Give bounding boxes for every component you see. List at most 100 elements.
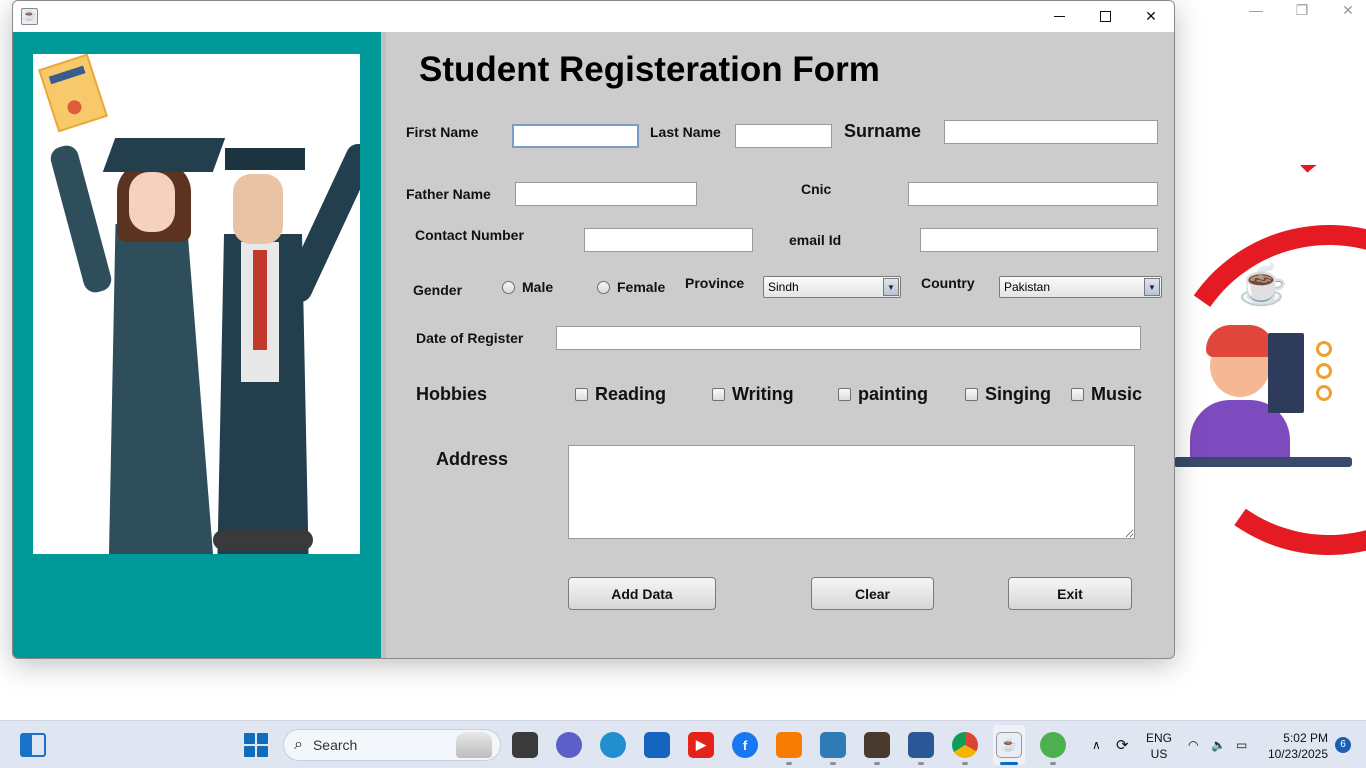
notification-badge[interactable]: 6 <box>1335 737 1351 753</box>
contact-number-field[interactable] <box>584 228 753 252</box>
chat-icon[interactable] <box>556 732 582 758</box>
exit-button[interactable]: Exit <box>1008 577 1132 610</box>
radio-button-icon <box>597 280 610 294</box>
show-hidden-icons-chevron-icon[interactable]: ∧ <box>1092 721 1101 768</box>
checkbox-icon <box>712 388 725 401</box>
father-name-label: Father Name <box>406 186 491 202</box>
province-label: Province <box>685 275 745 291</box>
globe-icon[interactable] <box>1040 732 1066 758</box>
first-name-label: First Name <box>406 124 479 140</box>
address-label: Address <box>436 449 509 469</box>
search-placeholder: Search <box>312 737 358 753</box>
radio-button-icon <box>502 280 515 294</box>
date-of-register-field[interactable] <box>556 326 1141 350</box>
dropdown-arrow-icon[interactable]: ▼ <box>1144 278 1160 296</box>
background-restore-icon: ❐ <box>1295 2 1309 18</box>
gender-label: Gender <box>413 282 463 298</box>
minimize-button[interactable] <box>1036 1 1082 32</box>
email-id-field[interactable] <box>920 228 1158 252</box>
email-id-label: email Id <box>789 232 842 248</box>
contact-number-label: Contact Number <box>415 227 524 243</box>
hobby-painting-checkbox[interactable]: painting <box>838 384 928 405</box>
running-indicator <box>874 762 880 765</box>
hobby-reading-checkbox[interactable]: Reading <box>575 384 666 405</box>
add-data-button[interactable]: Add Data <box>568 577 716 610</box>
java-app-icon: ☕ <box>21 8 38 25</box>
country-select[interactable]: Pakistan ▼ <box>999 276 1162 298</box>
wifi-icon[interactable]: ◠ <box>1188 721 1198 768</box>
volume-icon[interactable]: 🔈 <box>1211 721 1226 768</box>
minimize-icon <box>1053 16 1065 17</box>
xampp-icon[interactable] <box>776 732 802 758</box>
hobbies-label: Hobbies <box>416 384 488 404</box>
form-title: Student Registeration Form <box>419 50 880 89</box>
store-icon[interactable] <box>644 732 670 758</box>
widgets-icon[interactable] <box>20 733 46 757</box>
running-indicator <box>830 762 836 765</box>
country-label: Country <box>921 275 975 291</box>
checkbox-icon <box>965 388 978 401</box>
taskbar-search[interactable]: ⌕ Search <box>283 729 501 761</box>
battery-icon[interactable]: ▭ <box>1236 721 1247 768</box>
certificate-icon <box>38 54 108 133</box>
virtualbox-icon[interactable] <box>908 732 934 758</box>
father-name-field[interactable] <box>515 182 697 206</box>
search-highlight-image <box>456 732 492 758</box>
running-indicator <box>786 762 792 765</box>
cnic-label: Cnic <box>801 181 832 197</box>
address-textarea[interactable] <box>568 445 1135 539</box>
province-select[interactable]: Sindh ▼ <box>763 276 901 298</box>
cnic-field[interactable] <box>908 182 1158 206</box>
province-selected-value: Sindh <box>768 280 799 294</box>
graduates-image <box>33 54 360 554</box>
maximize-button[interactable] <box>1082 1 1128 32</box>
gender-male-label: Male <box>522 279 554 295</box>
facebook-icon[interactable]: f <box>732 732 758 758</box>
gender-male-radio[interactable]: Male <box>502 279 553 295</box>
java-cup-icon: ☕ <box>1238 263 1288 307</box>
hobby-writing-label: Writing <box>732 384 794 404</box>
gender-female-label: Female <box>617 279 666 295</box>
checkbox-icon <box>575 388 588 401</box>
hobby-music-label: Music <box>1091 384 1143 404</box>
clear-button[interactable]: Clear <box>811 577 934 610</box>
youtube-icon[interactable]: ▶ <box>688 732 714 758</box>
surname-label: Surname <box>844 121 922 141</box>
taskbar: ⌕ Search ▶ f ☕ ∧ ⟳ ENG US ◠ 🔈 ▭ 5:02 PM … <box>0 720 1366 768</box>
language-code: ENG <box>1145 731 1172 745</box>
update-icon[interactable]: ⟳ <box>1116 721 1129 768</box>
hobby-writing-checkbox[interactable]: Writing <box>712 384 794 405</box>
hobby-music-checkbox[interactable]: Music <box>1071 384 1142 405</box>
gender-female-radio[interactable]: Female <box>597 279 665 295</box>
running-indicator-active <box>1000 762 1018 765</box>
running-indicator <box>962 762 968 765</box>
language-indicator[interactable]: ENG US <box>1145 730 1173 762</box>
last-name-field[interactable] <box>735 124 832 148</box>
left-panel <box>13 32 381 658</box>
mysql-icon[interactable] <box>820 732 846 758</box>
country-selected-value: Pakistan <box>1004 280 1051 294</box>
dropdown-arrow-icon[interactable]: ▼ <box>883 278 899 296</box>
clock-date: 10/23/2025 <box>1267 747 1328 761</box>
ide-icon[interactable] <box>864 732 890 758</box>
first-name-field[interactable] <box>512 124 639 148</box>
hobby-singing-checkbox[interactable]: Singing <box>965 384 1051 405</box>
last-name-label: Last Name <box>650 124 721 140</box>
close-button[interactable]: ✕ <box>1128 1 1174 32</box>
clock[interactable]: 5:02 PM 10/23/2025 <box>1262 730 1328 762</box>
edge-browser-icon[interactable] <box>600 732 626 758</box>
title-bar[interactable]: ☕ ✕ <box>13 1 1174 32</box>
background-minimize-icon: — <box>1249 2 1263 18</box>
checkbox-icon <box>838 388 851 401</box>
java-app-taskbar-icon[interactable]: ☕ <box>996 732 1022 758</box>
background-window-controls: — ❐ ✕ <box>1248 2 1356 19</box>
chrome-icon[interactable] <box>952 732 978 758</box>
date-of-register-label: Date of Register <box>416 330 524 346</box>
java-wallpaper-illustration: ☕ <box>1160 165 1366 605</box>
surname-field[interactable] <box>944 120 1158 144</box>
language-region: US <box>1150 747 1168 761</box>
start-button[interactable] <box>244 733 268 757</box>
running-indicator <box>1050 762 1056 765</box>
task-view-icon[interactable] <box>512 732 538 758</box>
registration-form: Student Registeration Form First Name La… <box>386 32 1174 658</box>
